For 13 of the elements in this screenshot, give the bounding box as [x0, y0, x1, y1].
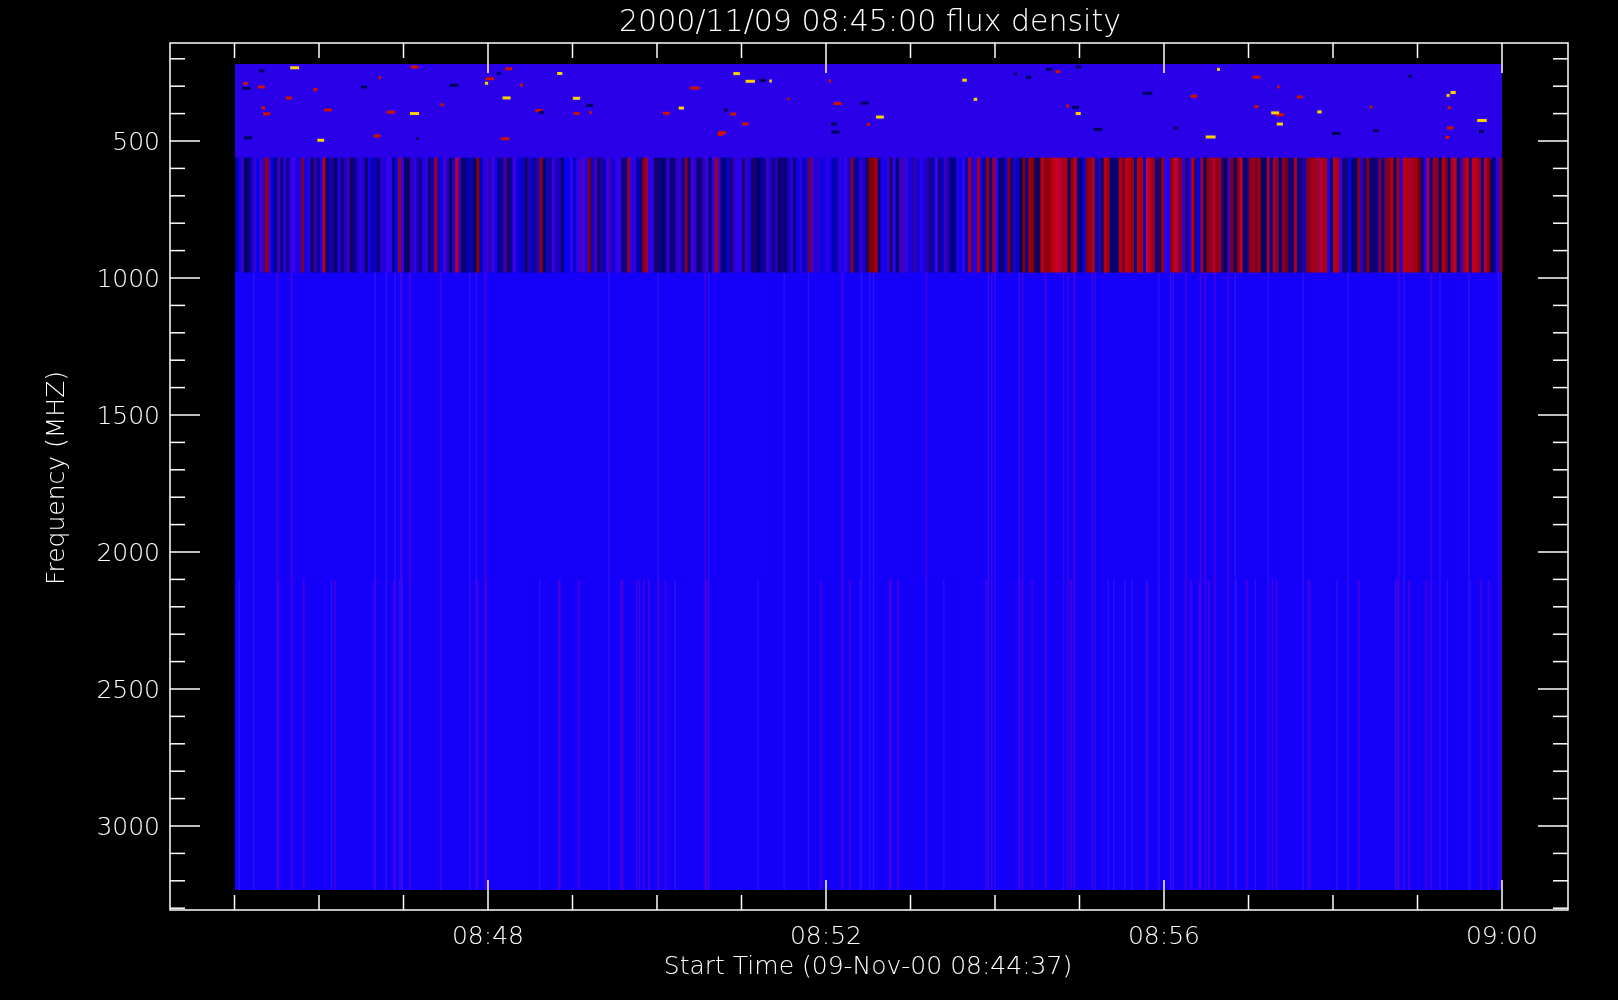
y-tick-label: 500 [112, 127, 160, 156]
y-tick-label: 1500 [96, 401, 160, 430]
plot-title: 2000/11/09 08:45:00 flux density [619, 3, 1121, 38]
y-axis-label: Frequency (MHZ) [41, 370, 70, 586]
x-tick-label: 08:56 [1128, 921, 1200, 950]
y-tick-label: 3000 [96, 812, 160, 841]
x-tick-label: 09:00 [1466, 921, 1538, 950]
x-tick-label: 08:48 [452, 921, 524, 950]
x-axis-label: Start Time (09-Nov-00 08:44:37) [663, 951, 1073, 980]
x-tick-label: 08:52 [790, 921, 862, 950]
y-tick-label: 2500 [96, 675, 160, 704]
y-tick-label: 1000 [96, 264, 160, 293]
y-tick-label: 2000 [96, 538, 160, 567]
